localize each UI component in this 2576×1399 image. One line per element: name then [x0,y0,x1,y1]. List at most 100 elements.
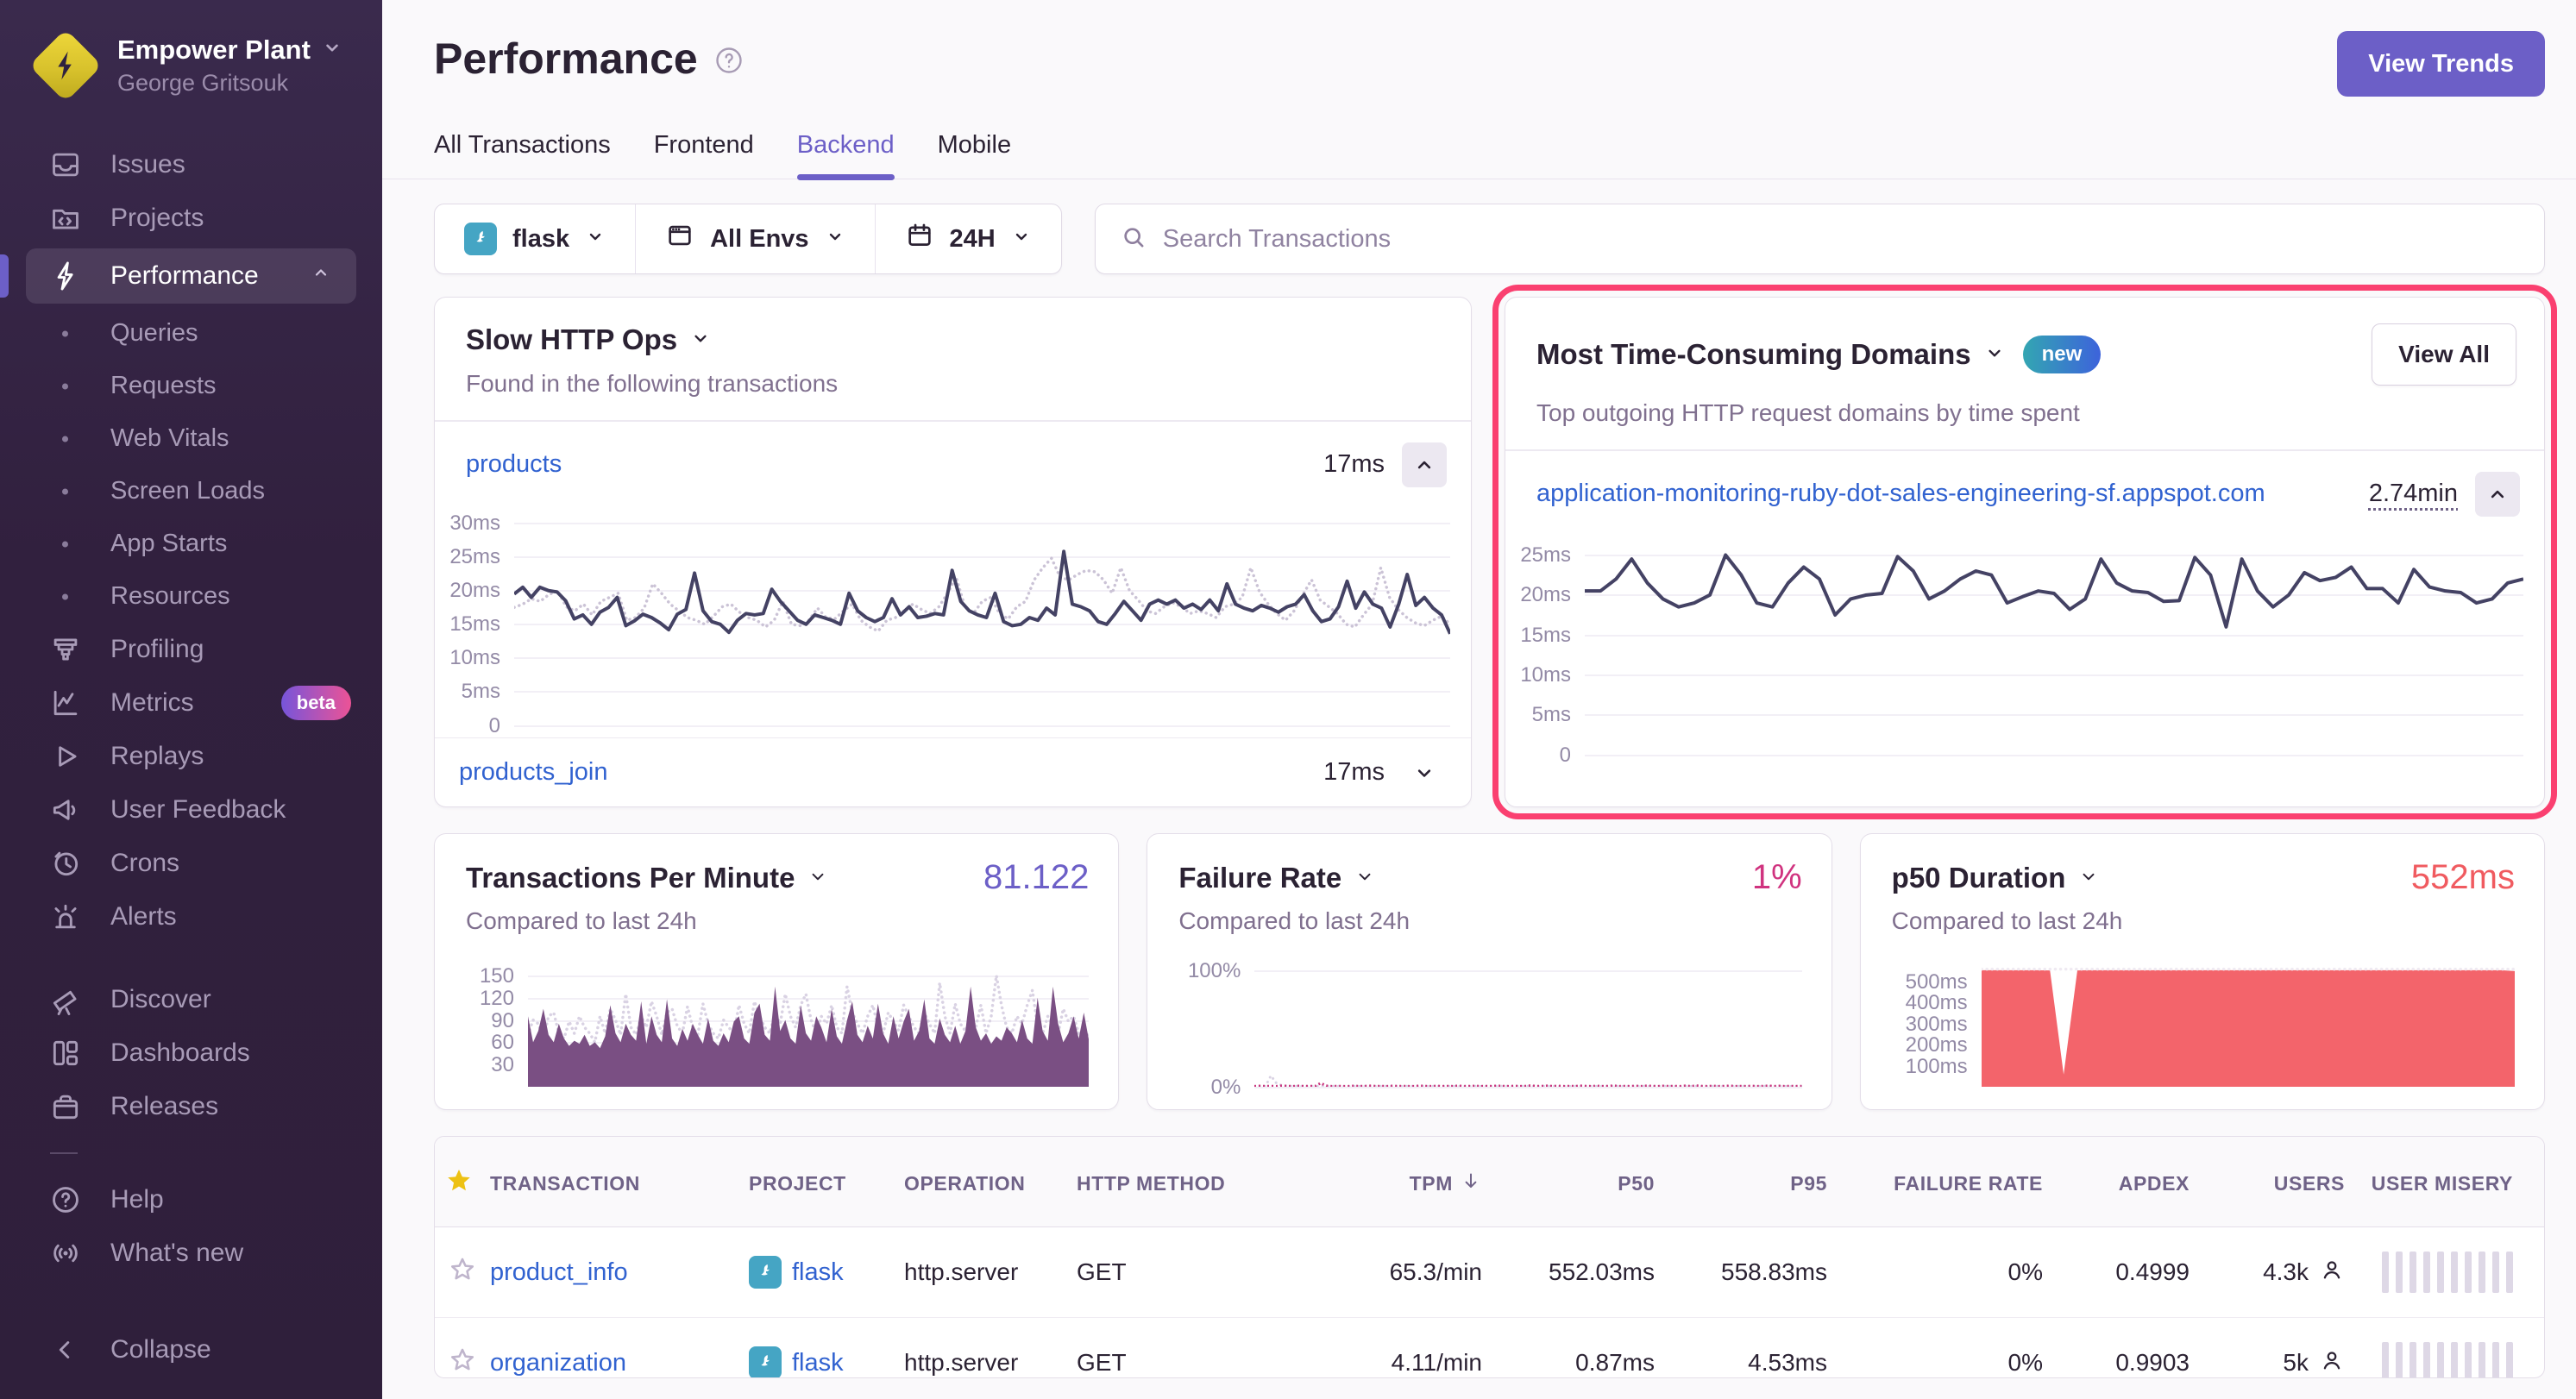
domains-chart: 25ms20ms15ms10ms5ms0 [1505,539,2523,755]
p50-cell: 552.03ms [1482,1227,1655,1317]
user-icon [2319,1347,2345,1379]
p50-duration-chart: 500ms400ms300ms200ms100ms [1892,964,2515,1087]
profiling-icon [48,633,83,666]
http-method-cell: GET [1077,1227,1301,1317]
tab-mobile[interactable]: Mobile [938,131,1011,179]
table-header-row: TRANSACTIONPROJECTOPERATIONHTTP METHODTP… [435,1137,2544,1227]
what-s-new-icon [48,1237,83,1270]
failure-rate-cell: 0% [1827,1227,2043,1317]
column-header-p50[interactable]: P50 [1482,1137,1655,1226]
column-header-star[interactable] [435,1137,490,1226]
help-icon [48,1183,83,1216]
star-filled-icon [444,1166,474,1201]
column-header-http_method[interactable]: HTTP METHOD [1077,1137,1301,1226]
help-question-icon[interactable] [713,36,745,86]
plot-area [1982,964,2515,1087]
search-transactions-field[interactable] [1095,204,2545,274]
sidebar-subitem-app-starts[interactable]: App Starts [0,518,382,570]
flask-project-icon [749,1346,782,1378]
sidebar-item-performance[interactable]: Performance [26,248,356,304]
column-header-transaction[interactable]: TRANSACTION [490,1137,749,1226]
tab-backend[interactable]: Backend [797,131,895,179]
view-all-button[interactable]: View All [2372,323,2516,386]
sidebar-divider [50,1152,78,1154]
users-cell: 4.3k [2190,1227,2345,1317]
tab-all-transactions[interactable]: All Transactions [434,131,611,179]
transaction-link[interactable]: products [466,450,562,479]
sidebar-item-discover[interactable]: Discover [0,973,382,1026]
column-header-failure_rate[interactable]: FAILURE RATE [1827,1137,2043,1226]
sidebar-item-what-s-new[interactable]: What's new [0,1226,382,1280]
project-filter[interactable]: flask [435,204,635,273]
search-input[interactable] [1163,225,2520,254]
failure-rate-chart: 100%0% [1178,964,1801,1087]
sidebar-subitem-requests[interactable]: Requests [0,360,382,412]
new-badge: new [2023,336,2102,373]
project-link[interactable]: flask [792,1349,844,1377]
slow-http-ops-subtitle: Found in the following transactions [466,370,1443,398]
column-header-tpm[interactable]: TPM [1301,1137,1482,1226]
page-filters: flask All Envs [434,204,1062,274]
column-header-p95[interactable]: P95 [1655,1137,1827,1226]
sidebar-item-metrics[interactable]: Metricsbeta [0,676,382,730]
sidebar-item-dashboards[interactable]: Dashboards [0,1026,382,1080]
column-header-apdex[interactable]: APDEX [2043,1137,2190,1226]
failure-rate-panel: Failure Rate 1% Compared to last 24h 100… [1147,833,1831,1110]
y-axis-labels: 30ms25ms20ms15ms10ms5ms0 [435,510,514,725]
transactions-per-minute-value: 81.122 [983,858,1089,897]
sidebar-item-crons[interactable]: Crons [0,837,382,890]
sidebar-subitem-queries[interactable]: Queries [0,307,382,360]
expand-row-button[interactable] [1402,761,1447,785]
sidebar-item-releases[interactable]: Releases [0,1080,382,1133]
sidebar-subitem-resources[interactable]: Resources [0,570,382,623]
flask-project-icon [464,223,497,255]
slow-http-ops-title[interactable]: Slow HTTP Ops [466,323,712,356]
sidebar-item-issues[interactable]: Issues [0,138,382,191]
sidebar-item-user-feedback[interactable]: User Feedback [0,783,382,837]
transaction-link[interactable]: organization [490,1349,626,1377]
tab-frontend[interactable]: Frontend [654,131,754,179]
time-spent-value[interactable]: 2.74min [2369,480,2458,508]
sidebar-collapse-button[interactable]: Collapse [0,1323,382,1377]
http-method-cell: GET [1077,1318,1301,1378]
collapse-row-button[interactable] [2475,472,2520,517]
chevron-up-icon [308,260,334,292]
project-link[interactable]: flask [792,1258,844,1287]
sidebar-item-help[interactable]: Help [0,1173,382,1226]
org-switcher[interactable]: Empower Plant George Gritsouk [0,24,382,107]
column-header-project[interactable]: PROJECT [749,1137,904,1226]
operation-cell: http.server [904,1318,1077,1378]
p50-duration-title[interactable]: p50 Duration [1892,862,2101,894]
sidebar-subitem-web-vitals[interactable]: Web Vitals [0,412,382,465]
star-outline-icon[interactable] [448,1346,477,1379]
sidebar-item-projects[interactable]: Projects [0,191,382,245]
duration-value: 17ms [1323,758,1385,787]
column-header-user_misery[interactable]: USER MISERY [2345,1137,2544,1226]
environment-filter[interactable]: All Envs [635,204,874,273]
date-range-filter[interactable]: 24H [875,204,1061,273]
window-icon [665,221,694,257]
sidebar-subitem-screen-loads[interactable]: Screen Loads [0,465,382,518]
transaction-link[interactable]: products_join [459,758,608,787]
collapse-row-button[interactable] [1402,442,1447,487]
duration-value: 17ms [1323,450,1385,479]
domain-link[interactable]: application-monitoring-ruby-dot-sales-en… [1536,480,2265,508]
transactions-per-minute-title[interactable]: Transactions Per Minute [466,862,829,894]
sidebar-item-alerts[interactable]: Alerts [0,890,382,944]
most-time-consuming-domains-panel: Most Time-Consuming Domains new View All… [1505,297,2545,807]
metrics-icon [48,687,83,719]
column-header-operation[interactable]: OPERATION [904,1137,1077,1226]
view-trends-button[interactable]: View Trends [2337,31,2545,97]
p50-duration-value: 552ms [2411,858,2515,897]
column-header-users[interactable]: USERS [2190,1137,2345,1226]
domains-panel-title[interactable]: Most Time-Consuming Domains [1536,338,2006,371]
transactions-per-minute-chart: 150120906030 [466,964,1089,1087]
transaction-link[interactable]: product_info [490,1258,628,1287]
sidebar-item-profiling[interactable]: Profiling [0,623,382,676]
star-outline-icon[interactable] [448,1255,477,1290]
sidebar-item-replays[interactable]: Replays [0,730,382,783]
p50-cell: 0.87ms [1482,1318,1655,1378]
table-row-organization: organization flask http.server GET 4.11/… [435,1318,2544,1378]
failure-rate-title[interactable]: Failure Rate [1178,862,1376,894]
projects-icon [48,202,83,235]
